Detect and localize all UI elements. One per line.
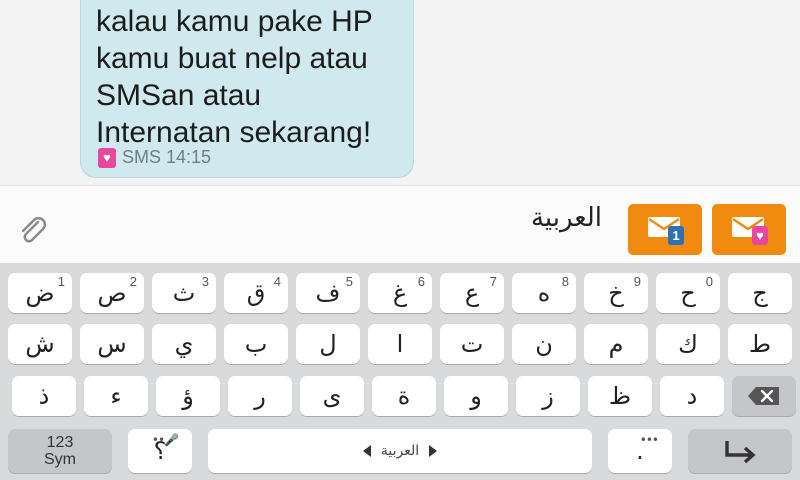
key[interactable]: ز xyxy=(516,376,580,416)
message-input[interactable]: العربية xyxy=(531,203,602,233)
key[interactable]: ت xyxy=(440,324,504,364)
send-sim2-button[interactable]: ♥ xyxy=(712,204,786,255)
message-timestamp: SMS 14:15 xyxy=(122,147,212,167)
key[interactable]: ش xyxy=(8,324,72,364)
more-punctuation-icon: ••• xyxy=(639,433,659,447)
composer-bar: العربية 1 ♥ xyxy=(0,185,800,263)
key[interactable]: ء xyxy=(84,376,148,416)
key[interactable]: ب xyxy=(224,324,288,364)
backspace-icon xyxy=(748,387,779,405)
key[interactable]: ا xyxy=(368,324,432,364)
key[interactable]: ؤ xyxy=(156,376,220,416)
key[interactable]: ج xyxy=(728,273,792,313)
key[interactable]: ذ xyxy=(12,376,76,416)
sim-heart-icon: ♥ xyxy=(98,147,116,168)
enter-key[interactable] xyxy=(688,429,792,473)
symbols-key-label-bottom: Sym xyxy=(44,451,76,468)
conversation-area: kalau kamu pake HP kamu buat nelp atau S… xyxy=(0,0,800,185)
message-text: kalau kamu pake HP kamu buat nelp atau S… xyxy=(96,3,413,151)
backspace-key[interactable] xyxy=(732,376,796,416)
key[interactable]: ه8 xyxy=(512,273,576,313)
question-mark-key[interactable]: ؟ ••🎤 xyxy=(128,429,192,473)
space-key[interactable]: العربية xyxy=(208,429,592,473)
message-line: kalau kamu pake HP xyxy=(96,5,373,38)
key[interactable]: ط xyxy=(728,324,792,364)
key[interactable]: غ6 xyxy=(368,273,432,313)
key[interactable]: ن xyxy=(512,324,576,364)
key[interactable]: و xyxy=(444,376,508,416)
key[interactable]: ح0 xyxy=(656,273,720,313)
arrow-left-icon xyxy=(362,445,371,457)
key[interactable]: ة xyxy=(372,376,436,416)
symbols-key[interactable]: 123 Sym xyxy=(8,429,112,473)
key[interactable]: ى xyxy=(300,376,364,416)
message-line: Internatan sekarang! xyxy=(96,116,372,149)
language-switcher: العربية xyxy=(362,443,438,459)
key[interactable]: ك xyxy=(656,324,720,364)
key[interactable]: س xyxy=(80,324,144,364)
message-meta: ♥ SMS 14:15 xyxy=(98,147,211,168)
space-language-label: العربية xyxy=(380,443,420,459)
enter-icon xyxy=(725,441,756,464)
key[interactable]: ر xyxy=(228,376,292,416)
key[interactable]: ق4 xyxy=(224,273,288,313)
key[interactable]: ل xyxy=(296,324,360,364)
key[interactable]: م xyxy=(584,324,648,364)
key[interactable]: ظ xyxy=(588,376,652,416)
key[interactable]: ض1 xyxy=(8,273,72,313)
message-bubble[interactable]: kalau kamu pake HP kamu buat nelp atau S… xyxy=(80,0,414,178)
key[interactable]: خ9 xyxy=(584,273,648,313)
arrow-right-icon xyxy=(429,445,438,457)
key[interactable]: ص2 xyxy=(80,273,144,313)
key[interactable]: ع7 xyxy=(440,273,504,313)
key[interactable]: ف5 xyxy=(296,273,360,313)
key[interactable]: ي xyxy=(152,324,216,364)
period-key[interactable]: . ••• xyxy=(608,429,672,473)
send-sim1-button[interactable]: 1 xyxy=(628,204,702,255)
sim2-badge: ♥ xyxy=(752,226,768,245)
message-line: SMSan atau xyxy=(96,79,262,112)
mic-hint-icon: ••🎤 xyxy=(151,433,179,447)
symbols-key-label-top: 123 xyxy=(46,434,74,451)
attach-icon[interactable] xyxy=(16,213,50,247)
sim1-badge: 1 xyxy=(668,226,684,245)
message-line: kamu buat nelp atau xyxy=(96,42,368,75)
arabic-keyboard: ض1 ص2 ث3 ق4 ف5 غ6 ع7 ه8 خ9 ح0 ج ش س ي ب … xyxy=(0,263,800,480)
key[interactable]: د xyxy=(660,376,724,416)
key[interactable]: ث3 xyxy=(152,273,216,313)
